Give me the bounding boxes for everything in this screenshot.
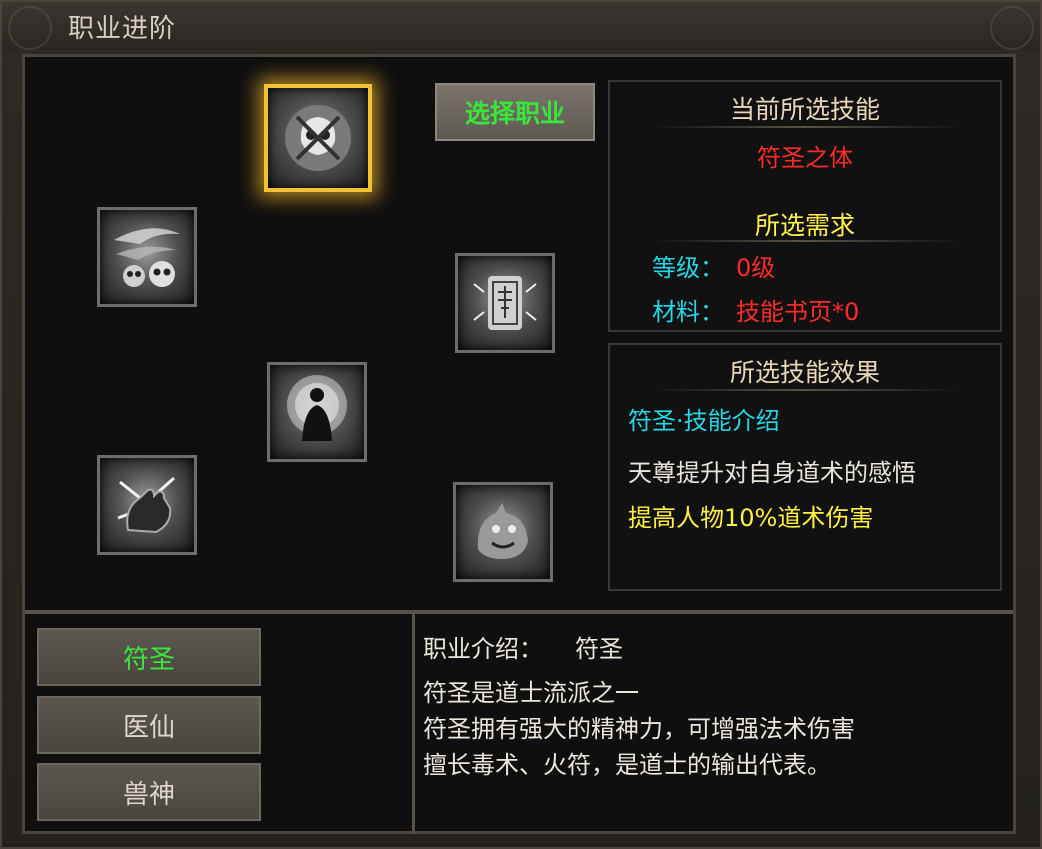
vertical-divider: [412, 614, 415, 834]
class-intro-name: 符圣: [575, 635, 623, 663]
material-label: 材料：: [652, 298, 724, 326]
current-skill-name: 符圣之体: [757, 144, 853, 172]
window-title: 职业进阶: [68, 14, 177, 44]
effect-intro-title: 符圣·技能介绍: [628, 407, 780, 435]
horizontal-divider: [25, 610, 1013, 614]
left-ornament-icon: [8, 6, 52, 50]
effect-heading: 所选技能效果: [729, 358, 880, 387]
title-bar: 职业进阶: [2, 2, 1040, 50]
meditation-icon: [287, 375, 347, 441]
skill-slot-beast[interactable]: [453, 482, 553, 582]
skill-slot-talisman[interactable]: [455, 253, 555, 353]
divider: [650, 126, 960, 128]
class-intro-line-1: 符圣是道士流派之一: [423, 679, 639, 707]
requirements-heading: 所选需求: [754, 211, 855, 240]
talisman-icon: [473, 276, 537, 330]
class-button-shoushen[interactable]: 兽神: [37, 763, 261, 821]
material-value: 技能书页*0: [736, 298, 860, 326]
divider: [650, 240, 960, 242]
class-intro-line-3: 擅长毒术、火符，是道士的输出代表。: [423, 751, 831, 779]
job-advance-window: 职业进阶 选择职业 当前所选技能 符圣之体 所选需求 等级： 0级 材料： 技能…: [0, 0, 1042, 849]
hand-icon: [117, 476, 176, 534]
skill-effect-panel: 所选技能效果 符圣·技能介绍 天尊提升对自身道术的感悟 提高人物10%道术伤害: [608, 343, 1002, 591]
divider: [650, 389, 960, 391]
class-intro-label: 职业介绍：: [423, 635, 543, 663]
class-intro-line-2: 符圣拥有强大的精神力，可增强法术伤害: [423, 715, 855, 743]
choose-class-button[interactable]: 选择职业: [435, 83, 595, 141]
skill-slot-hand[interactable]: [97, 455, 197, 555]
content-area: 选择职业 当前所选技能 符圣之体 所选需求 等级： 0级 材料： 技能书页*0 …: [22, 54, 1016, 834]
level-value: 0级: [736, 254, 776, 282]
skill-slot-meditation[interactable]: [267, 362, 367, 462]
beast-icon: [477, 503, 528, 559]
class-button-fusheng[interactable]: 符圣: [37, 628, 261, 686]
right-ornament-icon: [990, 6, 1034, 50]
effect-line-1: 天尊提升对自身道术的感悟: [628, 459, 916, 487]
skill-slot-skulls[interactable]: [97, 207, 197, 307]
skill-slot-skull-charm[interactable]: [264, 84, 372, 192]
level-label: 等级：: [652, 254, 724, 282]
class-button-yixian[interactable]: 医仙: [37, 696, 261, 754]
current-skill-heading: 当前所选技能: [729, 95, 880, 124]
skull-charm-icon: [285, 105, 351, 171]
effect-line-2: 提高人物10%道术伤害: [628, 504, 874, 532]
skulls-icon: [114, 228, 180, 287]
skill-info-panel: 当前所选技能 符圣之体 所选需求 等级： 0级 材料： 技能书页*0: [608, 80, 1002, 332]
